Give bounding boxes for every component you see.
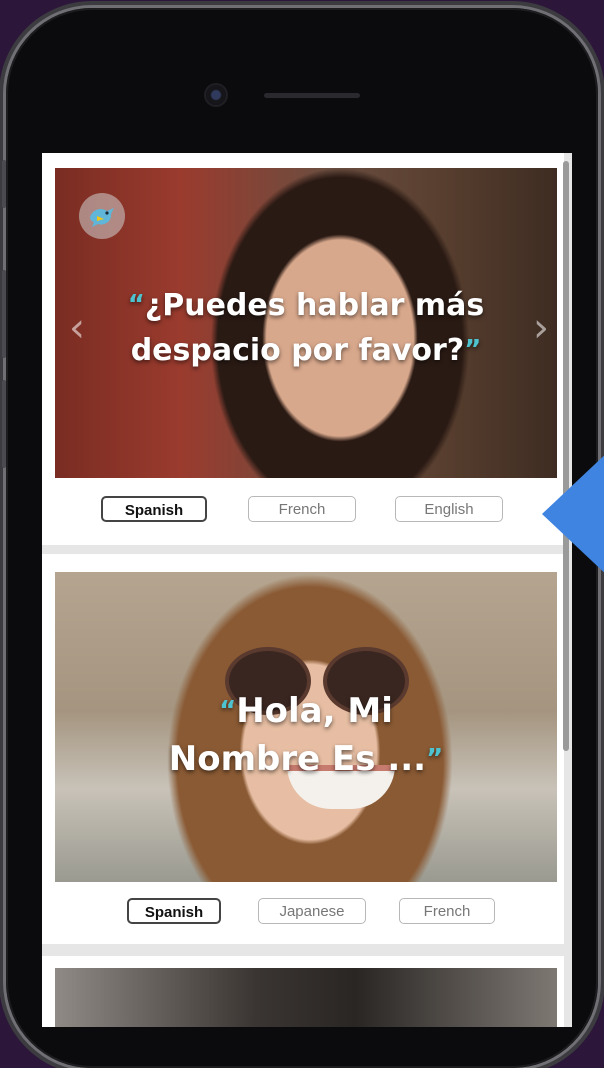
lang-button-french[interactable]: French bbox=[248, 496, 356, 522]
open-quote-icon: “ bbox=[127, 290, 145, 320]
lang-button-japanese[interactable]: Japanese bbox=[258, 898, 366, 924]
close-quote-icon: ” bbox=[426, 744, 444, 774]
language-selector-1: Spanish French English bbox=[42, 496, 564, 526]
lang-button-french[interactable]: French bbox=[399, 898, 495, 924]
phrase-photo-1: ‹ › “¿Puedes hablar más despacio por fav… bbox=[55, 168, 557, 478]
volume-up-button bbox=[2, 270, 6, 358]
phrase-line-1: ¿Puedes hablar más bbox=[144, 288, 485, 323]
phrase-card-3 bbox=[42, 956, 564, 1027]
phrase-photo-2: “Hola, Mi Nombre Es ...” bbox=[55, 572, 557, 882]
phrase-text-1: “¿Puedes hablar más despacio por favor?” bbox=[55, 283, 557, 373]
front-camera bbox=[206, 85, 226, 105]
phrase-line-1: Hola, Mi bbox=[236, 691, 393, 731]
volume-down-button bbox=[2, 380, 6, 468]
language-selector-2: Spanish Japanese French bbox=[42, 898, 564, 928]
lang-button-spanish[interactable]: Spanish bbox=[127, 898, 221, 924]
phrase-line-2: despacio por favor? bbox=[130, 333, 465, 368]
open-quote-icon: “ bbox=[219, 696, 237, 726]
phrase-card-1: ‹ › “¿Puedes hablar más despacio por fav… bbox=[42, 153, 564, 545]
phrase-line-2: Nombre Es ... bbox=[168, 739, 427, 779]
mute-switch bbox=[2, 160, 6, 208]
close-quote-icon: ” bbox=[464, 335, 482, 365]
earpiece-speaker bbox=[264, 93, 360, 98]
app-screen: ‹ › “¿Puedes hablar más despacio por fav… bbox=[42, 153, 572, 1027]
bird-logo-icon[interactable] bbox=[79, 193, 125, 239]
phrase-card-2: “Hola, Mi Nombre Es ...” Spanish Japanes… bbox=[42, 554, 564, 944]
phrase-text-2: “Hola, Mi Nombre Es ...” bbox=[55, 687, 557, 783]
phrase-photo-3 bbox=[55, 968, 557, 1027]
lang-button-spanish[interactable]: Spanish bbox=[101, 496, 207, 522]
lang-button-english[interactable]: English bbox=[395, 496, 503, 522]
pointer-arrow-icon bbox=[542, 450, 604, 578]
